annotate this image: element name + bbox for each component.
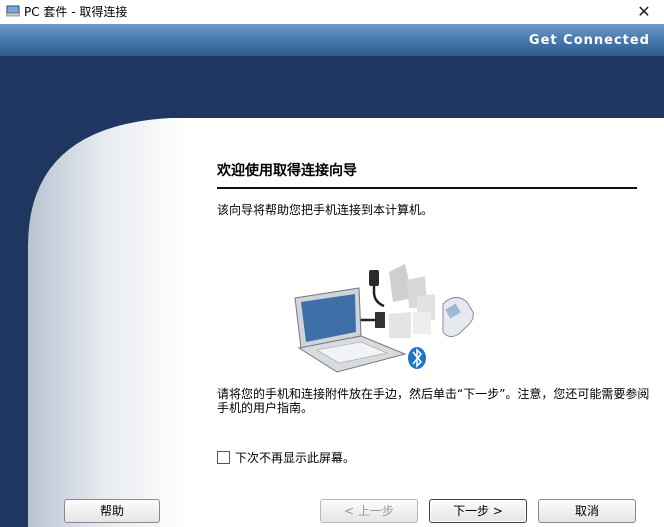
intro-text: 该向导将帮助您把手机连接到本计算机。: [217, 203, 434, 217]
header-band: Get Connected: [0, 24, 664, 56]
phone-icon: [442, 297, 474, 338]
next-button[interactable]: 下一步 >: [429, 499, 527, 523]
dont-show-again-row[interactable]: 下次不再显示此屏幕。: [217, 449, 355, 466]
title-bar: PC 套件 - 取得连接 ✕: [0, 0, 664, 24]
brand-text: Get Connected: [528, 33, 650, 48]
instruction-text: 请将您的手机和连接附件放在手边，然后单击“下一步”。注意，您还可能需要参阅手机的…: [217, 387, 650, 415]
cancel-button[interactable]: 取消: [538, 499, 636, 523]
back-button[interactable]: < 上一步: [320, 499, 418, 523]
close-button[interactable]: ✕: [634, 2, 654, 22]
pc-suite-icon: [6, 5, 20, 17]
dont-show-again-checkbox[interactable]: [217, 451, 230, 464]
help-button[interactable]: 帮助: [64, 499, 160, 523]
heading-divider: [217, 187, 637, 189]
window-title: PC 套件 - 取得连接: [24, 5, 128, 19]
laptop-phone-connection-icon: [294, 264, 474, 373]
dont-show-again-label: 下次不再显示此屏幕。: [235, 451, 356, 465]
page-title: 欢迎使用取得连接向导: [217, 163, 357, 179]
bluetooth-icon: [408, 347, 426, 369]
